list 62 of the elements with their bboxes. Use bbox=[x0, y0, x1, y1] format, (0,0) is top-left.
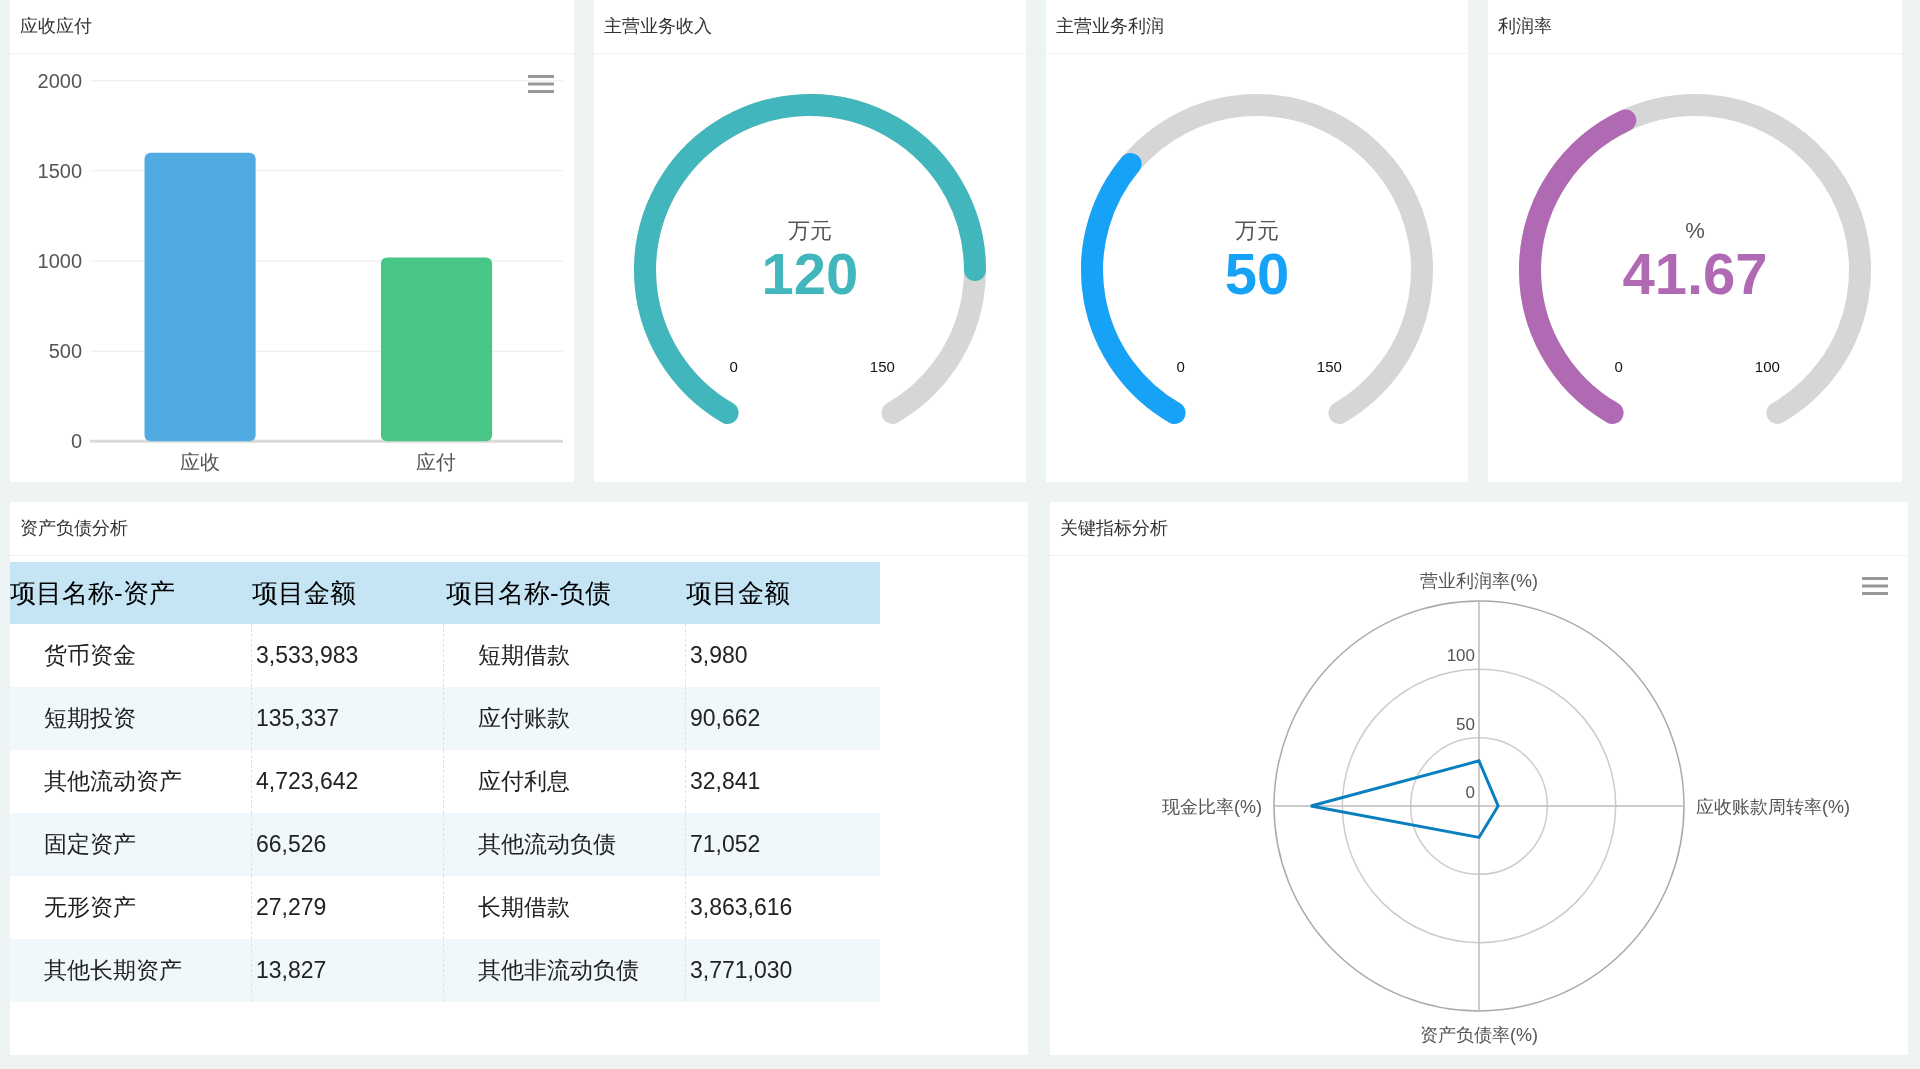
axis-tick-label: 0 bbox=[1465, 783, 1475, 802]
gauge-min-label: 0 bbox=[729, 357, 738, 375]
gauge-unit: 万元 bbox=[788, 218, 832, 243]
table-cell-text: 应付利息 bbox=[478, 767, 570, 797]
table-cell-text: 66,526 bbox=[256, 830, 327, 860]
axis-tick-label: 2000 bbox=[37, 69, 83, 92]
table-cell-text: 其他非流动负债 bbox=[478, 956, 639, 986]
table-cell-text: 135,337 bbox=[256, 704, 340, 734]
card-title: 主营业务收入 bbox=[604, 15, 712, 38]
axis-category-label: 现金比率(%) bbox=[1162, 797, 1262, 817]
axis-tick-label: 1000 bbox=[37, 250, 83, 272]
table-cell-text: 27,279 bbox=[256, 893, 327, 923]
gauge-max-label: 150 bbox=[1316, 357, 1342, 375]
table-cell-text: 71,052 bbox=[690, 830, 761, 860]
table-cell-text: 其他流动资产 bbox=[44, 767, 182, 797]
axis-category-label: 资产负债率(%) bbox=[1420, 1025, 1538, 1045]
menu-icon[interactable] bbox=[528, 74, 554, 94]
menu-icon[interactable] bbox=[1862, 576, 1888, 596]
table-cell-text: 3,771,030 bbox=[690, 956, 793, 986]
gauge-min-label: 0 bbox=[1176, 357, 1185, 375]
axis-tick-label: 0 bbox=[71, 430, 83, 453]
column-header: 项目金额 bbox=[686, 577, 790, 608]
axis-tick-label: 1500 bbox=[37, 159, 83, 182]
column-header: 项目名称-资产 bbox=[10, 577, 175, 608]
table-cell-text: 短期借款 bbox=[478, 641, 570, 671]
gauge-max-label: 150 bbox=[869, 357, 895, 375]
gauge-max-label: 100 bbox=[1754, 357, 1780, 375]
column-header: 项目名称-负债 bbox=[446, 577, 611, 608]
axis-category-label: 应收 bbox=[180, 451, 221, 474]
axis-tick-label: 100 bbox=[1446, 646, 1475, 666]
column-header: 项目金额 bbox=[252, 577, 356, 608]
gauge-value: 120 bbox=[761, 241, 859, 306]
table-cell-text: 3,533,983 bbox=[256, 641, 359, 671]
card-title: 利润率 bbox=[1498, 15, 1552, 38]
table-cell-text: 13,827 bbox=[256, 956, 327, 986]
card-title: 应收应付 bbox=[20, 15, 92, 38]
table-cell-text: 其他流动负债 bbox=[478, 830, 616, 860]
table-cell-text: 固定资产 bbox=[44, 830, 136, 860]
axis-category-label: 应付 bbox=[416, 451, 457, 474]
axis-tick-label: 50 bbox=[1456, 714, 1475, 734]
gauge-unit: 万元 bbox=[1235, 218, 1279, 243]
table-cell-text: 应付账款 bbox=[478, 704, 570, 734]
table-cell-text: 货币资金 bbox=[44, 641, 136, 671]
table-cell-text: 32,841 bbox=[690, 767, 761, 797]
table-cell-text: 90,662 bbox=[690, 704, 761, 734]
gauge-value: 41.67 bbox=[1622, 241, 1768, 306]
card-title: 主营业务利润 bbox=[1056, 15, 1164, 38]
table-cell-text: 无形资产 bbox=[44, 893, 136, 923]
gauge-min-label: 0 bbox=[1614, 357, 1623, 375]
table-cell-text: 短期投资 bbox=[44, 704, 136, 734]
card-title: 关键指标分析 bbox=[1060, 517, 1168, 540]
table-cell-text: 长期借款 bbox=[478, 893, 570, 923]
gauge-value: 50 bbox=[1224, 241, 1290, 306]
card-title: 资产负债分析 bbox=[20, 517, 128, 540]
table-cell-text: 4,723,642 bbox=[256, 767, 359, 797]
table-cell-text: 3,863,616 bbox=[690, 893, 793, 923]
axis-category-label: 应收账款周转率(%) bbox=[1696, 797, 1850, 817]
axis-category-label: 营业利润率(%) bbox=[1420, 571, 1538, 591]
table-cell-text: 其他长期资产 bbox=[44, 956, 182, 986]
table-cell-text: 3,980 bbox=[690, 641, 748, 671]
axis-tick-label: 500 bbox=[48, 340, 83, 363]
gauge-unit: % bbox=[1685, 218, 1705, 243]
